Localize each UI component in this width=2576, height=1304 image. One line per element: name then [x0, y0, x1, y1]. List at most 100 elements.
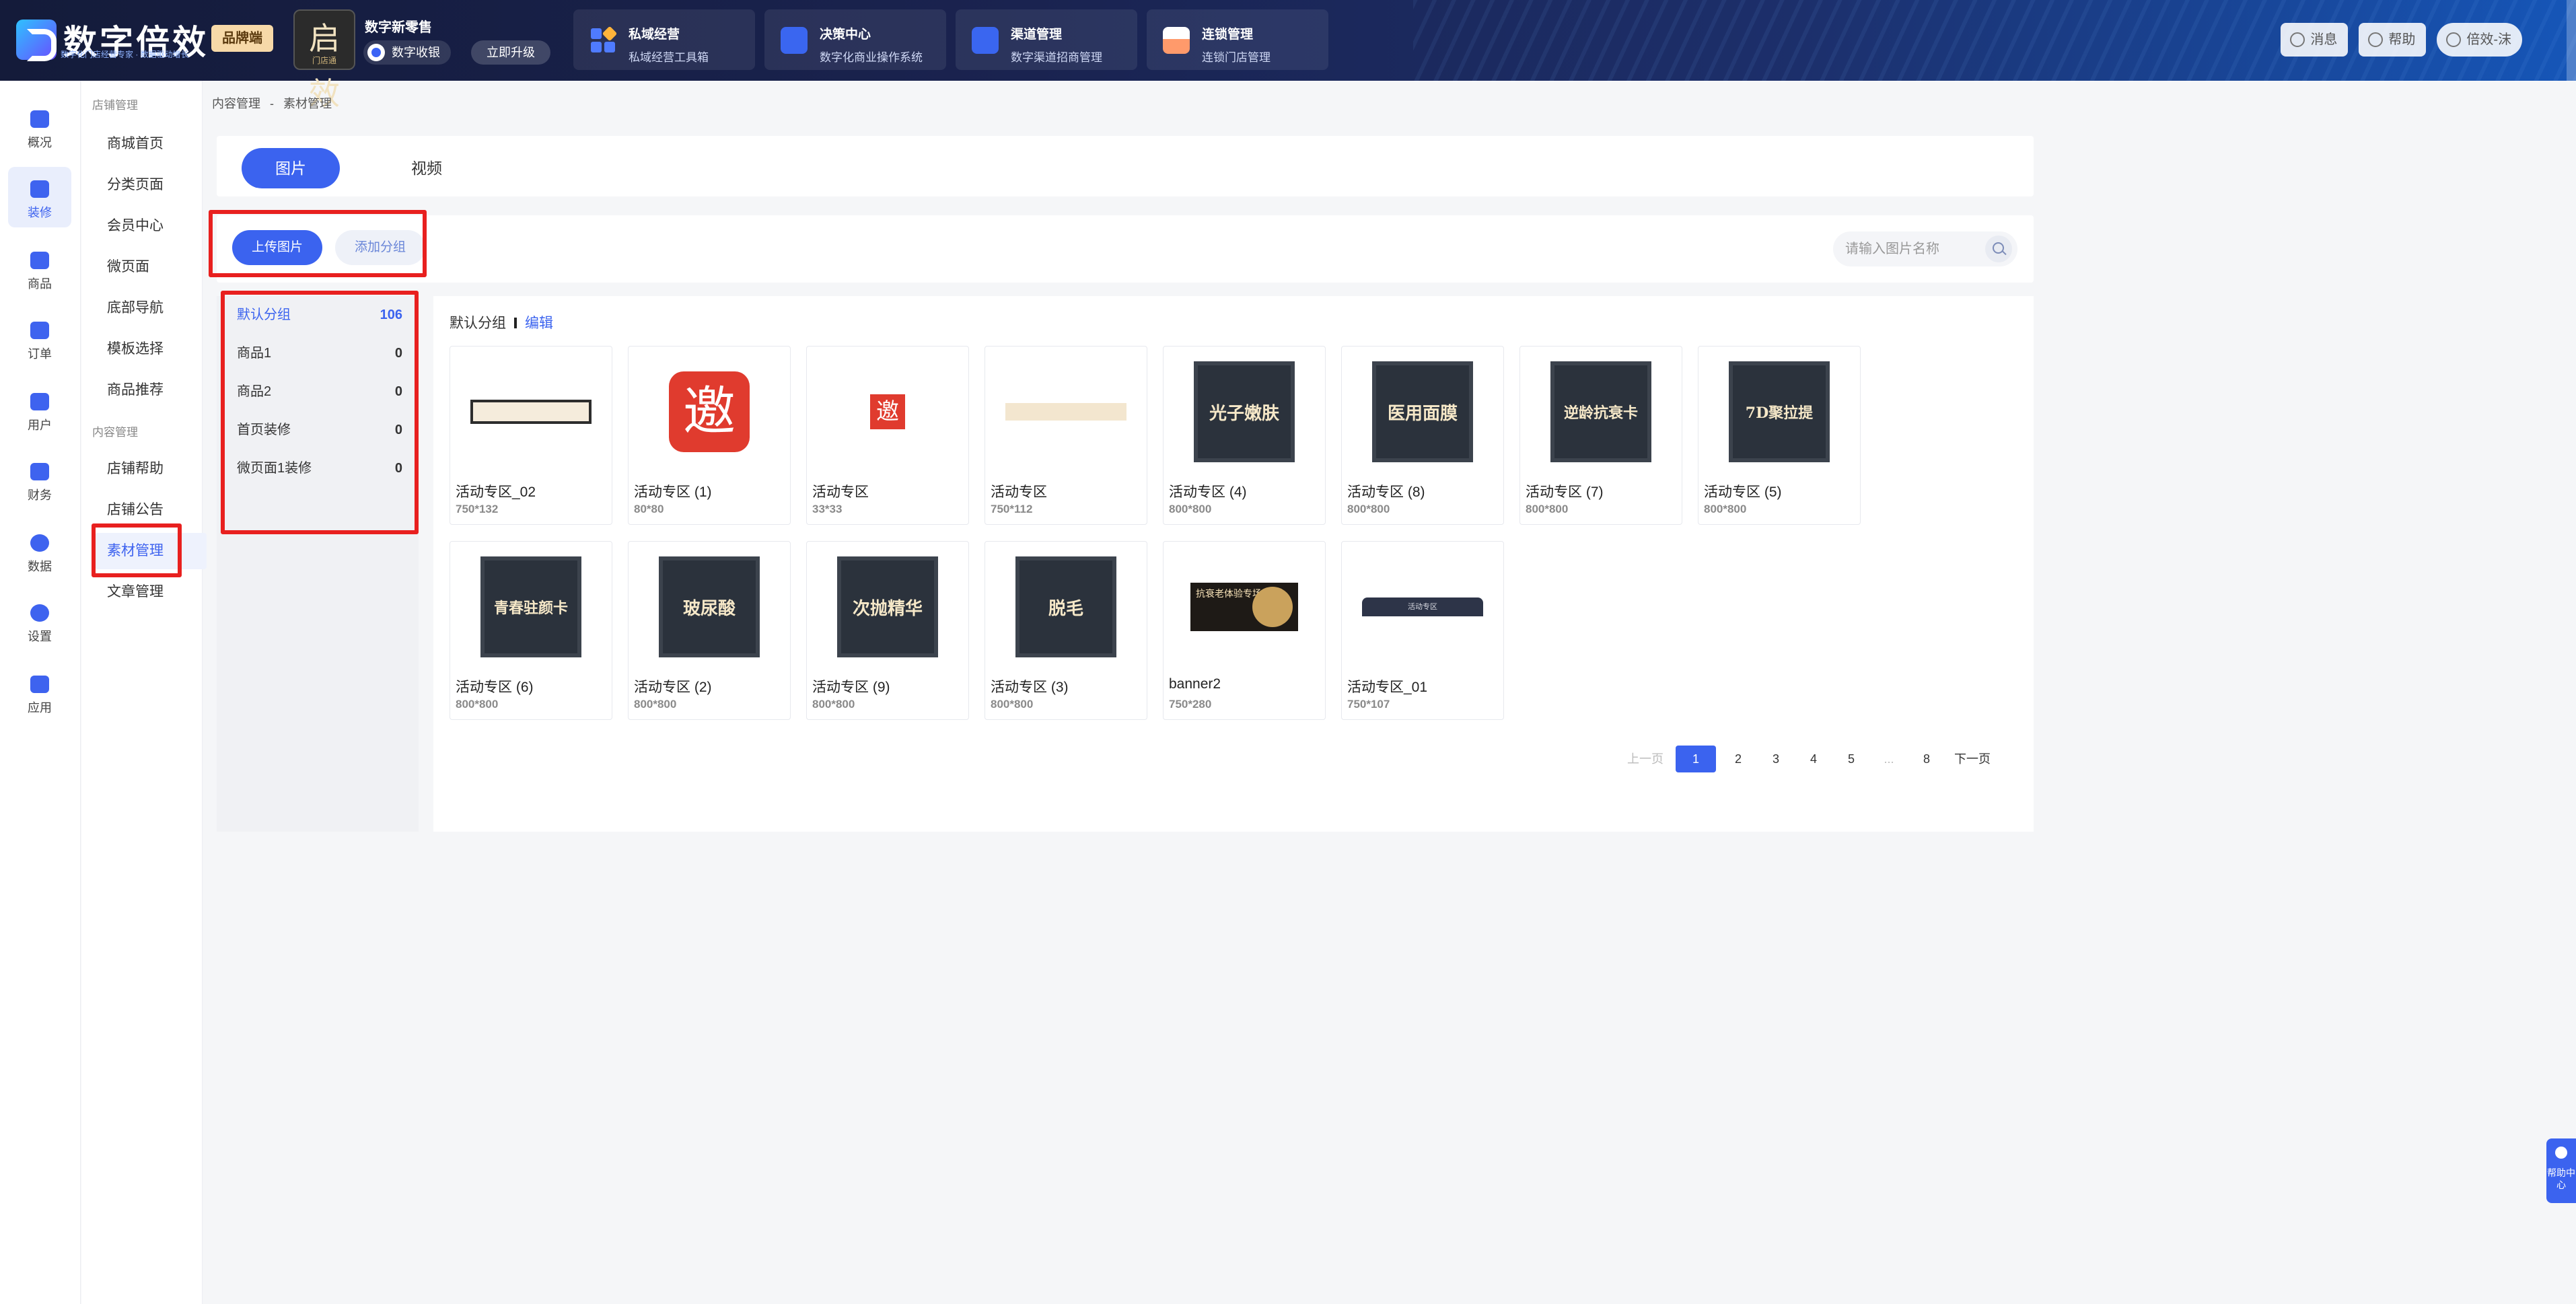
divider — [514, 318, 517, 328]
brand-tag: 品牌端 — [211, 25, 273, 52]
image-name: 活动专区 (5) — [1704, 484, 1782, 500]
apps-icon — [30, 676, 49, 693]
image-thumbnail: 光子嫩肤 — [1164, 347, 1325, 477]
menu-item-category[interactable]: 分类页面 — [107, 167, 190, 203]
breadcrumb: 内容管理 - 素材管理 — [212, 94, 341, 112]
menu-item-member[interactable]: 会员中心 — [107, 208, 190, 244]
page-number[interactable]: 8 — [1911, 746, 1942, 772]
apps-grid-icon — [589, 27, 616, 54]
nav-card-decision[interactable]: 决策中心 数字化商业操作系统 — [764, 9, 946, 70]
pie-chart-icon — [30, 534, 49, 552]
message-button[interactable]: 消息 — [2281, 23, 2349, 57]
menu-item-template[interactable]: 模板选择 — [107, 331, 190, 367]
breadcrumb-parent[interactable]: 内容管理 — [212, 97, 260, 110]
menu-item-articles[interactable]: 文章管理 — [107, 574, 190, 610]
rail-item-users[interactable]: 用户 — [8, 379, 71, 440]
rail-item-decoration[interactable]: 装修 — [8, 167, 71, 227]
menu-group-store: 店铺管理 — [92, 99, 138, 112]
nav-card-channel[interactable]: 渠道管理 数字渠道招商管理 — [956, 9, 1137, 70]
page-number[interactable]: 1 — [1676, 746, 1716, 772]
store-badge: 数字收银 — [363, 40, 451, 65]
logo-tagline: 数字化门店经营专家 · 数据驱动增长 — [61, 50, 189, 59]
menu-item-mall-home[interactable]: 商城首页 — [107, 126, 190, 162]
help-label: 帮助 — [2388, 32, 2416, 47]
image-size: 750*112 — [991, 503, 1033, 515]
help-center-button[interactable]: 帮助中心 — [2546, 1138, 2576, 1203]
menu-item-micro-page[interactable]: 微页面 — [107, 249, 190, 285]
image-name: 活动专区 — [991, 484, 1047, 500]
image-tile[interactable]: 次抛精华 活动专区 (9) 800*800 — [806, 541, 969, 720]
menu-item-announcement[interactable]: 店铺公告 — [107, 492, 190, 528]
image-thumbnail: 邀 — [807, 347, 968, 477]
image-size: 750*132 — [456, 503, 499, 515]
image-size: 800*800 — [456, 698, 499, 711]
image-size: 800*800 — [1347, 503, 1390, 515]
next-page-button[interactable]: 下一页 — [1949, 746, 1996, 772]
store-badge-label: 数字收银 — [392, 46, 440, 59]
rail-item-data[interactable]: 数据 — [8, 521, 71, 581]
nav-card-title: 私域经营 — [629, 28, 680, 42]
search-icon[interactable] — [1985, 236, 2012, 262]
image-tile[interactable]: 玻尿酸 活动专区 (2) 800*800 — [628, 541, 791, 720]
upgrade-button[interactable]: 立即升级 — [471, 40, 550, 65]
rail-item-overview[interactable]: 概况 — [8, 97, 71, 157]
goods-icon — [30, 252, 49, 269]
nav-card-private[interactable]: 私域经营 私域经营工具箱 — [573, 9, 755, 70]
menu-group-content: 内容管理 — [92, 426, 138, 439]
image-tile[interactable]: 医用面膜 活动专区 (8) 800*800 — [1341, 346, 1504, 525]
scrollbar[interactable] — [2567, 0, 2576, 81]
rail-item-settings[interactable]: 设置 — [8, 591, 71, 651]
image-thumbnail: 逆龄抗衰卡 — [1520, 347, 1682, 477]
image-thumbnail: 脱毛 — [985, 542, 1147, 672]
page-number[interactable]: 2 — [1723, 746, 1754, 772]
image-tile[interactable]: 青春驻颜卡 活动专区 (6) 800*800 — [450, 541, 612, 720]
store-avatar-sub: 门店通 — [312, 56, 336, 65]
image-search — [1833, 231, 2017, 266]
menu-item-recommend[interactable]: 商品推荐 — [107, 372, 190, 408]
image-thumbnail: 邀 — [629, 347, 790, 477]
image-tile[interactable]: 邀活动专区 33*33 — [806, 346, 969, 525]
rail-item-finance[interactable]: 财务 — [8, 449, 71, 510]
user-icon — [2446, 32, 2462, 47]
menu-item-bottom-nav[interactable]: 底部导航 — [107, 290, 190, 326]
breadcrumb-current: 素材管理 — [283, 97, 332, 110]
image-tile[interactable]: 活动专区 750*112 — [985, 346, 1147, 525]
page-number[interactable]: 5 — [1836, 746, 1867, 772]
tab-videos[interactable]: 视频 — [376, 148, 477, 188]
tab-images[interactable]: 图片 — [242, 148, 340, 188]
image-tile[interactable]: 7D聚拉提 活动专区 (5) 800*800 — [1698, 346, 1861, 525]
image-name: 活动专区 (4) — [1169, 484, 1247, 500]
image-size: 750*280 — [1169, 698, 1212, 711]
main-nav-rail: 概况 装修 商品 订单 用户 财务 数据 设置 应用 — [0, 81, 81, 1304]
image-tile[interactable]: 邀活动专区 (1) 80*80 — [628, 346, 791, 525]
menu-item-store-help[interactable]: 店铺帮助 — [107, 451, 190, 487]
rail-label: 商品 — [28, 277, 52, 291]
store-avatar[interactable]: 启效 门店通 — [293, 9, 355, 112]
image-tile[interactable]: 逆龄抗衰卡 活动专区 (7) 800*800 — [1519, 346, 1682, 525]
nav-card-chain[interactable]: 连锁管理 连锁门店管理 — [1147, 9, 1328, 70]
rail-item-apps[interactable]: 应用 — [8, 662, 71, 723]
image-size: 800*800 — [991, 698, 1034, 711]
help-button[interactable]: 帮助 — [2359, 23, 2427, 57]
image-tile[interactable]: 活动专区 活动专区_01 750*107 — [1341, 541, 1504, 720]
rail-item-orders[interactable]: 订单 — [8, 308, 71, 369]
image-name: 活动专区 (2) — [634, 680, 712, 695]
highlight-box-toolbar — [209, 210, 427, 277]
edit-group-link[interactable]: 编辑 — [525, 316, 553, 331]
image-tile[interactable]: 脱毛 活动专区 (3) 800*800 — [985, 541, 1147, 720]
image-thumbnail: 青春驻颜卡 — [450, 542, 612, 672]
image-tile[interactable]: 抗衰老体验专场 banner2 750*280 — [1163, 541, 1326, 720]
bell-icon — [2290, 32, 2305, 47]
store-name: 数字新零售 — [365, 20, 432, 35]
page-number[interactable]: 3 — [1760, 746, 1791, 772]
prev-page-button[interactable]: 上一页 — [1622, 746, 1669, 772]
trend-chart-icon — [972, 27, 999, 54]
page-number[interactable]: 4 — [1798, 746, 1829, 772]
user-menu[interactable]: 倍效-沫 — [2437, 23, 2522, 57]
image-name: 活动专区 (7) — [1526, 484, 1604, 500]
rail-item-goods[interactable]: 商品 — [8, 238, 71, 299]
top-actions: 消息 帮助 倍效-沫 — [2281, 23, 2522, 57]
image-tile[interactable]: 活动专区_02 750*132 — [450, 346, 612, 525]
image-tile[interactable]: 光子嫩肤 活动专区 (4) 800*800 — [1163, 346, 1326, 525]
search-input[interactable] — [1845, 231, 1980, 266]
